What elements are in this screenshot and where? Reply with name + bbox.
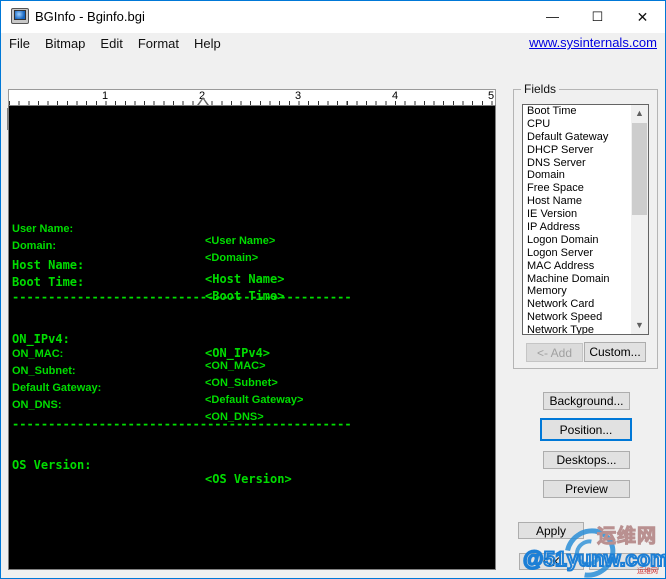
field-list-item[interactable]: Default Gateway xyxy=(523,131,631,144)
field-list-item[interactable]: Network Type xyxy=(523,324,631,334)
maximize-button[interactable]: ☐ xyxy=(575,1,620,33)
ok-button[interactable]: OK xyxy=(519,553,584,570)
fields-items: Boot Time CPU Default Gateway DHCP Server DN… xyxy=(523,105,631,334)
background-text-editor[interactable]: User Name: <User Name> Domain: <Domain> … xyxy=(8,105,496,570)
monitor-icon xyxy=(14,10,26,20)
field-list-item[interactable]: Machine Domain xyxy=(523,273,631,286)
scroll-up-icon[interactable]: ▲ xyxy=(631,105,648,122)
field-label: Boot Time: xyxy=(12,275,85,289)
ruler-number: 1 xyxy=(101,90,109,102)
field-list-item[interactable]: Network Card xyxy=(523,298,631,311)
divider-line: ----------------------------------------… xyxy=(12,290,352,304)
preview-row: OS Version: <OS Version> xyxy=(9,444,495,500)
window-title: BGInfo - Bginfo.bgi xyxy=(35,9,145,24)
field-label: ON_DNS: xyxy=(12,399,62,411)
field-value: <OS Version> xyxy=(205,472,292,486)
field-list-item[interactable]: Memory xyxy=(523,285,631,298)
field-list-item[interactable]: Logon Domain xyxy=(523,234,631,247)
background-button[interactable]: Background... xyxy=(543,392,630,410)
field-list-item[interactable]: Network Speed xyxy=(523,311,631,324)
menu-format[interactable]: Format xyxy=(138,36,179,51)
divider-line: ----------------------------------------… xyxy=(12,417,352,431)
preview-row: Boot Time: <Boot Time> xyxy=(9,261,495,317)
field-list-item[interactable]: Free Space xyxy=(523,182,631,195)
fields-scrollbar[interactable]: ▲ ▼ xyxy=(631,105,648,334)
sysinternals-link[interactable]: www.sysinternals.com xyxy=(529,35,657,50)
position-button[interactable]: Position... xyxy=(540,418,632,441)
menu-edit[interactable]: Edit xyxy=(100,36,122,51)
field-label: OS Version: xyxy=(12,458,92,472)
menu-help[interactable]: Help xyxy=(194,36,221,51)
preview-button[interactable]: Preview xyxy=(543,480,630,498)
app-icon xyxy=(11,8,29,24)
field-list-item[interactable]: Logon Server xyxy=(523,247,631,260)
field-list-item[interactable]: IP Address xyxy=(523,221,631,234)
tab-stop-marker[interactable] xyxy=(197,97,209,105)
close-button[interactable]: ✕ xyxy=(620,1,665,33)
field-list-item[interactable]: IE Version xyxy=(523,208,631,221)
minimize-button[interactable]: — xyxy=(530,1,575,33)
scrollbar-thumb[interactable] xyxy=(632,123,647,215)
field-list-item[interactable]: DNS Server xyxy=(523,157,631,170)
cancel-button[interactable] xyxy=(589,553,659,570)
desktops-button[interactable]: Desktops... xyxy=(543,451,630,469)
field-list-item[interactable]: Domain xyxy=(523,169,631,182)
fields-listbox[interactable]: Boot Time CPU Default Gateway DHCP Server DN… xyxy=(522,104,649,335)
fields-group-label: Fields xyxy=(521,82,560,96)
ruler-number: 4 xyxy=(391,90,399,102)
custom-button[interactable]: Custom... xyxy=(584,342,646,362)
ruler-number: 3 xyxy=(294,90,302,102)
field-list-item[interactable]: MAC Address xyxy=(523,260,631,273)
menu-bitmap[interactable]: Bitmap xyxy=(45,36,85,51)
bginfo-window: BGInfo - Bginfo.bgi — ☐ ✕ File Bitmap Ed… xyxy=(0,0,666,579)
menubar: File Bitmap Edit Format Help www.sysinte… xyxy=(1,33,665,53)
apply-button[interactable]: Apply xyxy=(518,522,584,539)
field-list-item[interactable]: Boot Time xyxy=(523,105,631,118)
menu-file[interactable]: File xyxy=(9,36,30,51)
titlebar: BGInfo - Bginfo.bgi — ☐ ✕ xyxy=(1,1,665,33)
field-list-item[interactable]: Host Name xyxy=(523,195,631,208)
scroll-down-icon[interactable]: ▼ xyxy=(631,317,648,334)
watermark-site-name: 运维网 xyxy=(596,526,658,548)
fields-group: Fields Boot Time CPU Default Gateway DHCP S… xyxy=(513,82,658,369)
ruler[interactable]: 1 2 3 4 5 xyxy=(8,89,496,106)
ruler-number: 5 xyxy=(487,90,495,102)
toolbar: Arial ˅ 8 ˅ B I U A xyxy=(1,53,665,131)
field-list-item[interactable]: CPU xyxy=(523,118,631,131)
add-field-button[interactable]: <- Add xyxy=(526,343,583,362)
field-list-item[interactable]: DHCP Server xyxy=(523,144,631,157)
